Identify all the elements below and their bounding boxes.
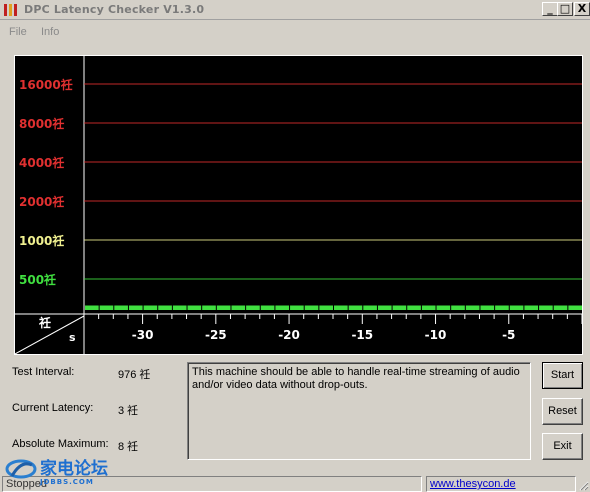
close-button[interactable]: X [574, 2, 590, 16]
latency-bar [421, 305, 436, 310]
latency-bar [304, 305, 319, 310]
corner-unit-s: s [69, 331, 76, 344]
current-latency-label: Current Latency: [12, 402, 94, 414]
x-tick-label: -5 [502, 328, 515, 342]
x-tick-label: -30 [132, 328, 154, 342]
latency-chart: 16000祍 8000祍 4000祍 2000祍 1000祍 500祍 -30 -25 -20 -… [14, 55, 583, 355]
absolute-maximum-value: 8 祍 [118, 441, 139, 453]
latency-bar [290, 305, 304, 310]
minimize-button[interactable]: _ [542, 2, 558, 16]
test-interval-label: Test Interval: [12, 366, 75, 378]
latency-bar [275, 305, 290, 310]
latency-bar [202, 305, 216, 310]
website-link[interactable]: www.thesycon.de [430, 478, 516, 490]
latency-bar [187, 305, 202, 310]
latency-bar [348, 305, 363, 310]
y-tick-label: 4000祍 [19, 155, 64, 170]
latency-bar [85, 305, 99, 310]
watermark-domain: JDBBS.COM [39, 478, 94, 486]
latency-bar [363, 305, 377, 310]
latency-bar [319, 305, 333, 310]
title-bar[interactable]: DPC Latency Checker V1.3.0 _ □ X [0, 0, 590, 20]
menu-info[interactable]: Info [41, 26, 59, 38]
x-tick-label: -10 [425, 328, 447, 342]
latency-bar [407, 305, 421, 310]
y-tick-label: 16000祍 [19, 77, 73, 92]
latency-bar [231, 305, 246, 310]
y-tick-label: 8000祍 [19, 116, 64, 131]
app-icon [4, 4, 17, 16]
result-message: This machine should be able to handle re… [187, 362, 531, 460]
absolute-maximum-label: Absolute Maximum: [12, 438, 109, 450]
latency-bar [495, 305, 509, 310]
latency-bar [158, 305, 172, 310]
y-tick-label: 2000祍 [19, 194, 64, 209]
exit-button[interactable]: Exit [542, 433, 583, 460]
start-button[interactable]: Start [542, 362, 583, 389]
latency-bar [246, 305, 260, 310]
menu-bar: File Info [0, 22, 590, 42]
latency-bar [465, 305, 480, 310]
window-title: DPC Latency Checker V1.3.0 [24, 3, 205, 16]
y-tick-label: 1000祍 [19, 233, 64, 248]
jdbbs-watermark-logo: 家电论坛 JDBBS.COM [5, 458, 108, 486]
watermark-brand: 家电论坛 [40, 458, 108, 479]
corner-unit-us: 祍 [38, 315, 51, 330]
latency-bar [334, 305, 348, 310]
latency-chart-svg: 16000祍 8000祍 4000祍 2000祍 1000祍 500祍 -30 -25 -20 -… [15, 56, 582, 354]
latency-bar [509, 305, 524, 310]
latency-bar [568, 305, 582, 310]
maximize-button[interactable]: □ [557, 2, 573, 16]
x-tick-label: -20 [278, 328, 300, 342]
latency-bar [260, 305, 275, 310]
y-tick-label: 500祍 [19, 272, 56, 287]
latency-bar [128, 305, 143, 310]
latency-bar [539, 305, 553, 310]
latency-bar [172, 305, 187, 310]
test-interval-value: 976 祍 [118, 369, 151, 381]
latency-bar [99, 305, 114, 310]
latency-bar [392, 305, 407, 310]
latency-bar [553, 305, 568, 310]
x-tick-label: -15 [351, 328, 373, 342]
current-latency-value: 3 祍 [118, 405, 139, 417]
latency-bar [451, 305, 465, 310]
latency-bar [436, 305, 451, 310]
reset-button[interactable]: Reset [542, 398, 583, 425]
menu-file[interactable]: File [9, 26, 27, 38]
latency-bar [480, 305, 495, 310]
latency-bar [216, 305, 231, 310]
latency-bar [114, 305, 128, 310]
status-link-pane: www.thesycon.de [426, 476, 576, 492]
latency-bar [143, 305, 158, 310]
x-tick-label: -25 [205, 328, 227, 342]
latency-bar [377, 305, 392, 310]
latency-bar [524, 305, 539, 310]
resize-grip-icon[interactable] [578, 480, 589, 491]
